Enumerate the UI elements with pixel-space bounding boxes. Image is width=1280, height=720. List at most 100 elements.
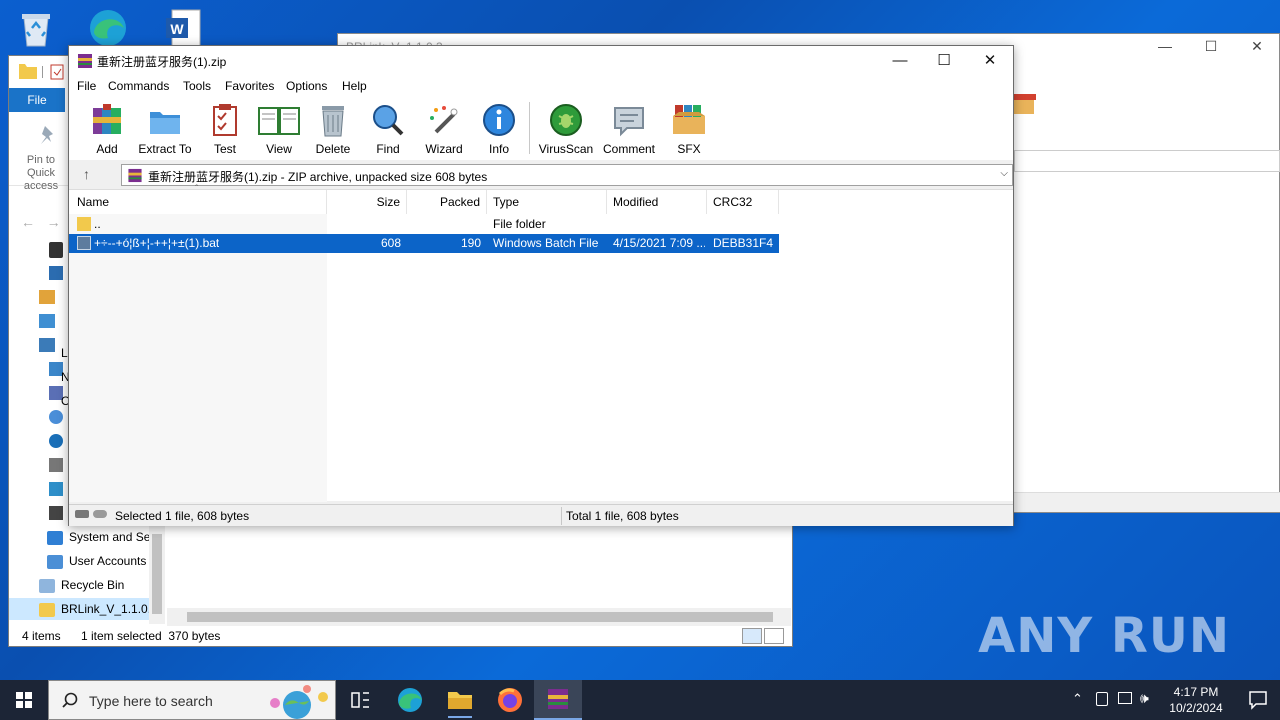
nav-item-brlink[interactable]: BRLink_V_1.1.0.3 <box>9 598 149 620</box>
delete-button[interactable]: Delete <box>303 102 363 158</box>
users-icon <box>47 554 63 569</box>
windows-icon <box>16 692 32 708</box>
column-header-modified[interactable]: Modified <box>607 190 707 214</box>
column-header-type[interactable]: Type <box>487 190 607 214</box>
security-icon[interactable] <box>1096 692 1108 706</box>
maximize-button[interactable]: ☐ <box>921 46 967 76</box>
virusscan-button[interactable]: VirusScan <box>536 102 596 158</box>
table-row[interactable]: .. File folder <box>69 215 779 234</box>
info-icon <box>483 104 515 136</box>
winrar-window: 重新注册蓝牙服务(1).zip — ☐ ✕ File Commands Tool… <box>68 45 1014 526</box>
winrar-titlebar: 重新注册蓝牙服务(1).zip — ☐ ✕ <box>69 46 1013 76</box>
nav-item-recycle-bin[interactable]: Recycle Bin <box>39 574 149 596</box>
clock-date: 10/2/2024 <box>1169 701 1223 715</box>
clock-time: 4:17 PM <box>1173 685 1219 699</box>
test-button[interactable]: Test <box>195 102 255 158</box>
comment-icon <box>614 107 644 137</box>
info-button[interactable]: Info <box>469 102 529 158</box>
minimize-button[interactable]: — <box>877 46 923 76</box>
test-icon <box>213 104 237 136</box>
taskbar-firefox-button[interactable] <box>486 680 534 720</box>
wizard-button[interactable]: Wizard <box>414 102 474 158</box>
find-icon <box>373 105 404 136</box>
details-view-button[interactable] <box>742 628 762 644</box>
taskbar-explorer-button[interactable] <box>436 680 484 720</box>
notification-button[interactable] <box>1236 680 1280 720</box>
search-placeholder: Type here to search <box>89 693 213 709</box>
menu-tools[interactable]: Tools <box>183 79 211 93</box>
bg-horizontal-scrollbar[interactable] <box>1014 492 1280 512</box>
svg-text:W: W <box>170 21 184 37</box>
word-desktop-icon[interactable]: W <box>162 6 206 50</box>
sfx-button[interactable]: SFX <box>659 102 719 158</box>
menu-help[interactable]: Help <box>342 79 367 93</box>
comment-button[interactable]: Comment <box>599 102 659 158</box>
file-tab[interactable]: File <box>9 88 65 112</box>
extract-to-button[interactable]: Extract To <box>135 102 195 158</box>
column-header-crc32[interactable]: CRC32 <box>707 190 779 214</box>
menu-file[interactable]: File <box>77 79 96 93</box>
view-button[interactable]: View <box>249 102 309 158</box>
bg-minimize-button[interactable]: — <box>1142 38 1188 54</box>
taskbar: Type here to search ⌃ 🕪 4:17 PM 10/2/202… <box>0 680 1280 720</box>
taskbar-edge-button[interactable] <box>386 680 434 720</box>
add-button[interactable]: Add <box>77 102 137 158</box>
up-arrow-icon[interactable]: ↑ <box>83 166 90 182</box>
nav-item-user-accounts[interactable]: User Accounts <box>47 550 149 572</box>
start-button[interactable] <box>0 680 48 720</box>
delete-icon <box>322 106 344 137</box>
nav-scrollbar-thumb[interactable] <box>152 534 162 614</box>
folder-icon <box>39 602 55 617</box>
shield-icon <box>47 530 63 545</box>
menu-commands[interactable]: Commands <box>108 79 169 93</box>
path-bar: ↑ 重新注册蓝牙服务(1).zip - ZIP archive, unpacke… <box>69 162 1013 188</box>
file-explorer-icon <box>448 692 472 718</box>
file-list: Name ˆ Size Packed Type Modified CRC32 .… <box>69 184 1013 502</box>
pin-to-quick-access-label[interactable]: Pin to Quick access <box>13 154 69 193</box>
column-header-packed[interactable]: Packed <box>407 190 487 214</box>
bg-maximize-button[interactable]: ☐ <box>1188 38 1234 55</box>
chevron-up-icon[interactable]: ⌃ <box>1072 691 1083 707</box>
large-icons-view-button[interactable] <box>764 628 784 644</box>
recycle-bin-icon <box>39 578 55 593</box>
row-name: +÷--+ó¦ß+¦-++¦+±(1).bat <box>94 236 220 250</box>
edge-desktop-icon[interactable] <box>86 4 130 48</box>
row-name: .. <box>94 217 101 231</box>
column-header-size[interactable]: Size <box>327 190 407 214</box>
wizard-icon <box>430 106 458 134</box>
path-combo[interactable]: 重新注册蓝牙服务(1).zip - ZIP archive, unpacked … <box>121 164 1013 186</box>
toolbar-separator <box>529 102 530 154</box>
task-view-button[interactable] <box>336 680 384 720</box>
find-button[interactable]: Find <box>358 102 418 158</box>
explorer-hscroll-thumb[interactable] <box>187 612 773 622</box>
nav-back-forward[interactable]: ← → <box>21 214 61 230</box>
clock[interactable]: 4:17 PM 10/2/2024 <box>1160 684 1232 716</box>
menu-favorites[interactable]: Favorites <box>225 79 274 93</box>
nav-letter-l: L <box>61 346 68 360</box>
bg-address-field[interactable] <box>1014 150 1280 172</box>
menu-options[interactable]: Options <box>286 79 327 93</box>
search-icon <box>62 692 78 708</box>
network-icon[interactable] <box>1118 692 1132 704</box>
close-button[interactable]: ✕ <box>967 46 1013 76</box>
taskbar-search-box[interactable]: Type here to search <box>48 680 336 720</box>
table-row-selected[interactable]: +÷--+ó¦ß+¦-++¦+±(1).bat 608 190 Windows … <box>69 234 779 253</box>
recycle-bin-desktop-icon[interactable] <box>14 6 58 50</box>
bg-close-button[interactable]: ✕ <box>1234 38 1280 55</box>
system-tray: ⌃ 🕪 <box>1066 680 1160 720</box>
pin-icon[interactable] <box>37 124 59 148</box>
folder-icon <box>77 217 91 231</box>
taskbar-winrar-button[interactable] <box>534 680 582 720</box>
anyrun-watermark: ANY RUN <box>978 608 1230 664</box>
winrar-title: 重新注册蓝牙服务(1).zip <box>97 55 227 69</box>
view-buttons <box>740 628 784 647</box>
zip-archive-icon <box>128 168 142 183</box>
nav-item-system-and-security[interactable]: System and Security <box>47 526 149 548</box>
sort-chevron-icon: ˆ <box>195 184 199 195</box>
item-count: 4 items <box>22 629 61 643</box>
volume-icon[interactable]: 🕪 <box>1140 690 1149 707</box>
status-selected: Selected 1 file, 608 bytes <box>115 509 250 523</box>
sfx-icon <box>673 105 705 134</box>
explorer-horizontal-scrollbar[interactable] <box>167 608 791 626</box>
chevron-down-icon[interactable]: ⌵ <box>1000 168 1008 179</box>
